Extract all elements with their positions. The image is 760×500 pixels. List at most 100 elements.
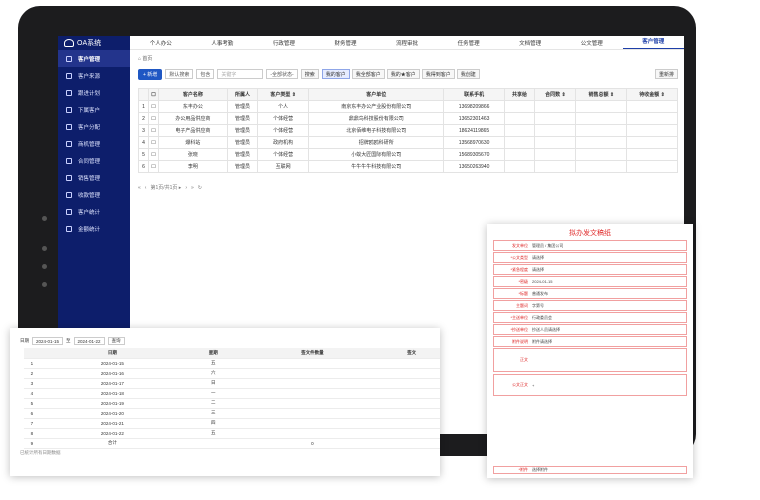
table-cell: 18624119865 xyxy=(443,124,505,137)
column-header[interactable]: 合同数 ⇕ xyxy=(534,88,577,101)
filter-tab[interactable]: 我的★客户 xyxy=(386,69,420,79)
top-nav-item[interactable]: 文档管理 xyxy=(499,39,561,47)
table-cell: 管理员 xyxy=(226,148,259,161)
table-cell xyxy=(383,398,440,409)
sidebar-item[interactable]: 客户管理 xyxy=(58,50,130,67)
refresh-button[interactable]: 重新排 xyxy=(654,69,678,79)
query-button[interactable]: 查询 xyxy=(107,337,125,345)
filter-tab[interactable]: 我全部客户 xyxy=(351,69,385,79)
form-label: 主题词 xyxy=(516,302,528,308)
form-row: *附件 选择附件 xyxy=(493,466,687,474)
table-cell xyxy=(626,112,678,125)
first-page[interactable]: « xyxy=(138,185,141,191)
column-header[interactable]: 客户类型 ⇕ xyxy=(257,88,309,101)
attendance-panel: 日期 2024-01-15 至 2024-01-22 查询 日期 星期 签文件数量签… xyxy=(10,328,440,476)
top-nav-item[interactable]: 财务管理 xyxy=(315,39,377,47)
table-row[interactable]: 6 ☐ 李明 管理员 互联网 牛牛牛牛科技有限公司 13650263940 xyxy=(138,160,678,173)
top-nav-item[interactable]: 客户管理 xyxy=(622,36,684,49)
form-label: *标题 xyxy=(518,290,528,296)
form-field[interactable]: 附件请选择 xyxy=(530,339,552,345)
form-row: *公文类型 请选择 xyxy=(493,252,687,263)
new-button[interactable]: + 新增 xyxy=(138,68,163,80)
breadcrumb-text[interactable]: 首页 xyxy=(142,56,152,62)
row-checkbox[interactable]: ☐ xyxy=(148,136,159,149)
keyword-input[interactable]: 关键字 xyxy=(217,69,264,79)
form-field[interactable]: + xyxy=(530,383,534,388)
sidebar-item-label: 客户分配 xyxy=(78,124,101,131)
row-checkbox[interactable]: ☐ xyxy=(148,124,159,137)
form-field[interactable]: 请选择 xyxy=(530,255,544,261)
date-from-input[interactable]: 2024-01-15 xyxy=(32,337,64,345)
table-cell: 个体经营 xyxy=(257,148,309,161)
filter-tab[interactable]: 我的客户 xyxy=(321,69,350,79)
form-field[interactable]: 字第号 xyxy=(530,303,544,309)
column-header[interactable]: 待收金额 ⇕ xyxy=(626,88,678,101)
form-field[interactable]: 抄送人员请选择 xyxy=(530,327,560,333)
search-button[interactable]: 搜索 xyxy=(300,69,319,79)
table-row[interactable]: 5 ☐ 张晓 管理员 个体经营 小蚁大匠国际有限公司 15689305670 xyxy=(138,148,678,161)
sidebar-item[interactable]: 下属客户 xyxy=(58,101,130,118)
table-row[interactable]: 2 ☐ 办公用品供应商 管理员 个体经营 鼎鼎鸟科技股份有限公司 13652301463 xyxy=(138,112,678,125)
date-to-input[interactable]: 2024-01-22 xyxy=(73,337,105,345)
table-cell: 四 xyxy=(184,418,242,429)
form-field[interactable]: 管理员 / 集团公司 xyxy=(530,243,563,249)
top-nav-item[interactable]: 任务管理 xyxy=(438,39,500,47)
table-cell: 1 xyxy=(24,358,40,369)
sidebar-item[interactable]: 合同管理 xyxy=(58,152,130,169)
top-nav-item[interactable]: 流程审批 xyxy=(376,39,438,47)
row-checkbox[interactable]: ☐ xyxy=(148,160,159,173)
table-cell xyxy=(575,100,628,113)
next-page[interactable]: › xyxy=(185,185,187,191)
filter-tab[interactable]: 我创建 xyxy=(456,69,480,79)
table-cell: 互联网 xyxy=(257,160,309,173)
status-select[interactable]: -全部状态- xyxy=(266,69,298,79)
column-header[interactable]: 联系手机 xyxy=(443,88,505,101)
top-nav-item[interactable]: 个人办公 xyxy=(130,39,192,47)
sidebar-item[interactable]: 收款管理 xyxy=(58,186,130,203)
row-checkbox[interactable]: ☐ xyxy=(148,112,159,125)
form-field[interactable]: 2024-01-15 xyxy=(530,279,552,284)
table-row[interactable]: 1 ☐ 东丰办公 管理员 个人 南京东丰办公产业股份有限公司 13698209866 xyxy=(138,100,678,113)
sidebar-item[interactable]: 客户统计 xyxy=(58,203,130,220)
sidebar-item-label: 下属客户 xyxy=(78,107,101,114)
form-field[interactable]: 行政委员会 xyxy=(530,315,552,321)
row-checkbox[interactable]: ☐ xyxy=(148,148,159,161)
last-page[interactable]: » xyxy=(191,185,194,191)
top-nav-item[interactable]: 人事考勤 xyxy=(192,39,254,47)
form-field[interactable]: 选择附件 xyxy=(530,467,548,473)
table-cell xyxy=(383,438,440,449)
menu-icon xyxy=(66,157,72,164)
match-select[interactable]: 包含 xyxy=(196,69,215,79)
column-header[interactable]: 客户单位 xyxy=(307,88,445,101)
search-type-select[interactable]: 默认搜索 xyxy=(165,69,194,79)
reload-icon[interactable]: ↻ xyxy=(198,185,202,191)
table-row[interactable]: 3 ☐ 电子产品供应商 管理员 个体经营 北京佰维电子科技有限公司 18624119865 xyxy=(138,124,678,137)
column-header[interactable]: 销售总额 ⇕ xyxy=(575,88,628,101)
column-header[interactable]: ☐ xyxy=(148,88,159,101)
top-nav-item[interactable]: 公文管理 xyxy=(561,39,623,47)
table-cell: 13568970630 xyxy=(443,136,505,149)
sidebar-item[interactable]: 客户分配 xyxy=(58,118,130,135)
sidebar-item[interactable]: 金额统计 xyxy=(58,220,130,237)
top-nav-item[interactable]: 行政管理 xyxy=(253,39,315,47)
table-cell: 五 xyxy=(184,428,242,439)
table-cell xyxy=(626,100,678,113)
column-header[interactable]: 所属人 xyxy=(226,88,259,101)
sidebar-item[interactable]: 商机管理 xyxy=(58,135,130,152)
form-field[interactable]: 普通发布 xyxy=(530,291,548,297)
prev-page[interactable]: ‹ xyxy=(145,185,147,191)
sidebar-item[interactable]: 客户来源 xyxy=(58,67,130,84)
filter-tab[interactable]: 我得到客户 xyxy=(421,69,455,79)
column-header[interactable] xyxy=(138,88,149,101)
table-cell xyxy=(241,398,384,409)
sidebar-item[interactable]: 销售管理 xyxy=(58,169,130,186)
table-cell: 2024-01-18 xyxy=(39,388,185,399)
column-header[interactable]: 客户名称 xyxy=(158,88,228,101)
row-checkbox[interactable]: ☐ xyxy=(148,100,159,113)
table-cell: 7 xyxy=(24,418,40,429)
table-row[interactable]: 4 ☐ 爆科站 管理员 政府机构 招牌鸥鸥科研所 13568970630 xyxy=(138,136,678,149)
form-field[interactable]: 请选择 xyxy=(530,267,544,273)
column-header[interactable]: 共享给 xyxy=(503,88,536,101)
sidebar-item[interactable]: 跟进计划 xyxy=(58,84,130,101)
table-row: 8 2024-01-22 五 xyxy=(24,428,440,439)
